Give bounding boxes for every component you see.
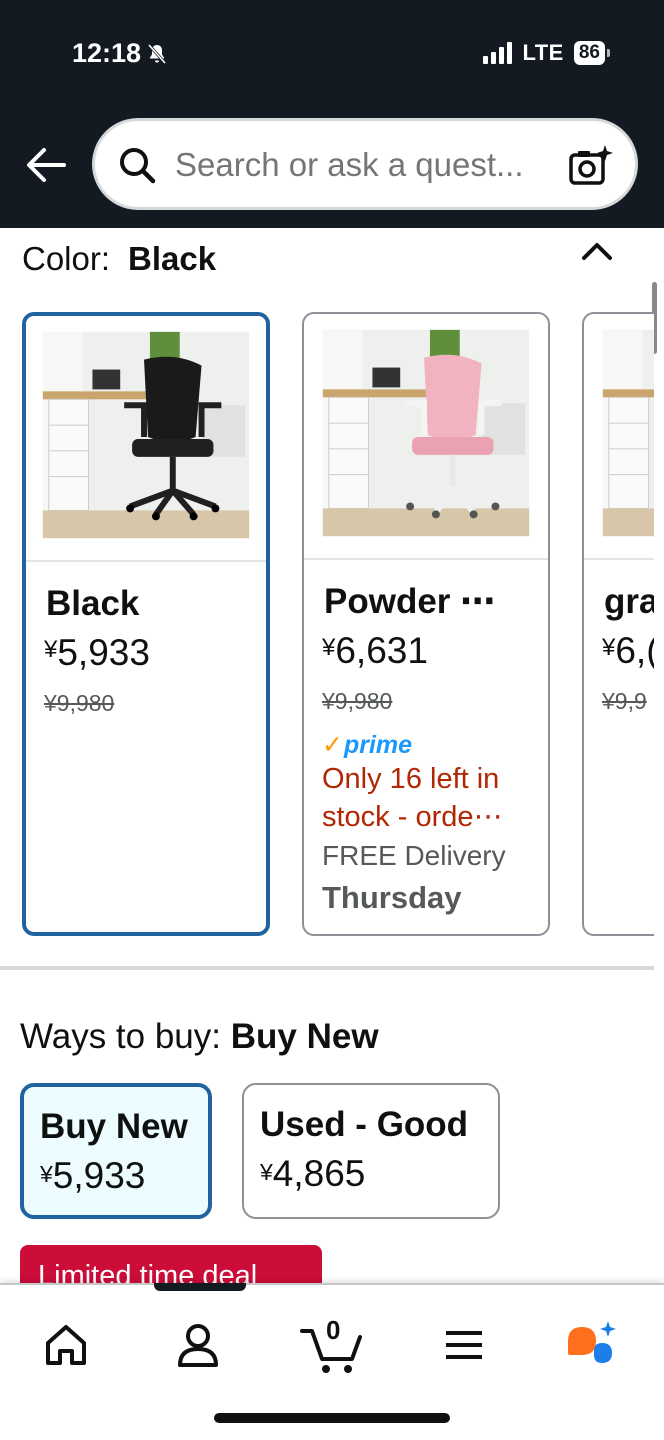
swatch-price-value: 6,( xyxy=(615,630,654,671)
currency-symbol: ¥ xyxy=(44,636,58,663)
search-bar[interactable] xyxy=(92,118,638,210)
status-time: 12:18 xyxy=(72,38,169,69)
network-label: LTE xyxy=(522,40,564,65)
bottom-navigation: 0 xyxy=(0,1283,664,1440)
status-indicators: LTE 86 xyxy=(483,40,610,66)
camera-lens-icon[interactable] xyxy=(567,143,613,189)
menu-icon[interactable] xyxy=(434,1315,494,1375)
delivery-day: Thursday xyxy=(322,880,462,915)
battery-level: 86 xyxy=(573,41,605,65)
signal-icon xyxy=(483,42,513,64)
prime-badge: ✓prime xyxy=(322,730,412,760)
cart-button[interactable]: 0 xyxy=(300,1315,366,1375)
color-swatch-carousel[interactable]: Black ¥5,933 ¥9,980 Powder ⋯ ¥6,631 ¥9,9… xyxy=(0,312,654,938)
back-arrow-icon[interactable] xyxy=(24,145,68,185)
swatch-price-value: 6,631 xyxy=(335,630,428,671)
swatch-name: Powder ⋯ xyxy=(324,582,496,621)
chevron-up-icon[interactable] xyxy=(580,238,614,264)
color-swatch-gray[interactable]: gra ¥6,( ¥9,9 xyxy=(582,312,654,936)
silent-bell-icon xyxy=(147,43,167,64)
color-selected-value: Black xyxy=(128,240,217,277)
option-price-value: 5,933 xyxy=(52,1155,146,1196)
swatch-price: ¥6,( xyxy=(602,630,654,672)
option-label: Buy New xyxy=(40,1107,188,1146)
option-price: ¥4,865 xyxy=(260,1153,365,1195)
swatch-name: gra xyxy=(604,582,654,621)
product-image-pink-chair xyxy=(304,314,548,560)
prime-check-icon: ✓ xyxy=(322,731,343,759)
color-swatch-powder[interactable]: Powder ⋯ ¥6,631 ¥9,980 ✓prime Only 16 le… xyxy=(302,312,550,936)
search-icon xyxy=(120,148,156,184)
battery-icon: 86 xyxy=(573,41,610,65)
swatch-price-value: 5,933 xyxy=(57,632,150,673)
currency-symbol: ¥ xyxy=(260,1159,273,1185)
color-swatch-black[interactable]: Black ¥5,933 ¥9,980 xyxy=(22,312,270,936)
cart-count: 0 xyxy=(326,1315,341,1345)
product-image-gray-chair xyxy=(584,314,654,560)
swatch-price: ¥5,933 xyxy=(44,632,150,674)
product-image-black-chair xyxy=(26,316,266,562)
clock-text: 12:18 xyxy=(72,38,142,68)
currency-symbol: ¥ xyxy=(322,634,336,661)
swatch-price: ¥6,631 xyxy=(322,630,428,672)
option-price: ¥5,933 xyxy=(40,1155,145,1197)
color-selector-heading: Color: Black xyxy=(22,240,216,278)
home-indicator[interactable] xyxy=(214,1413,450,1423)
ways-to-buy-selected: Buy New xyxy=(230,1017,379,1056)
ways-to-buy-label: Ways to buy: xyxy=(20,1017,221,1056)
currency-symbol: ¥ xyxy=(40,1161,53,1187)
swatch-list-price: ¥9,980 xyxy=(44,690,115,716)
used-good-option[interactable]: Used - Good ¥4,865 xyxy=(242,1083,500,1219)
option-price-value: 4,865 xyxy=(272,1153,366,1194)
section-divider xyxy=(0,966,654,970)
drag-handle[interactable] xyxy=(154,1283,246,1291)
option-label: Used - Good xyxy=(260,1105,469,1144)
swatch-list-price: ¥9,9 xyxy=(602,688,647,714)
currency-symbol: ¥ xyxy=(602,634,616,661)
swatch-list-price: ¥9,980 xyxy=(322,688,393,714)
ways-to-buy-heading: Ways to buy: Buy New xyxy=(20,1017,379,1057)
swatch-name: Black xyxy=(46,584,140,623)
delivery-label: FREE Delivery xyxy=(322,840,506,871)
home-icon[interactable] xyxy=(36,1315,96,1375)
stock-warning: Only 16 left in stock - orde⋯ xyxy=(322,763,503,833)
prime-label: prime xyxy=(343,731,413,759)
rufus-assistant-icon[interactable] xyxy=(564,1315,624,1375)
search-input[interactable] xyxy=(173,145,553,185)
app-header: 12:18 LTE 86 xyxy=(0,0,664,228)
account-icon[interactable] xyxy=(168,1315,228,1375)
color-label: Color: xyxy=(22,240,111,277)
buy-new-option[interactable]: Buy New ¥5,933 xyxy=(20,1083,212,1219)
